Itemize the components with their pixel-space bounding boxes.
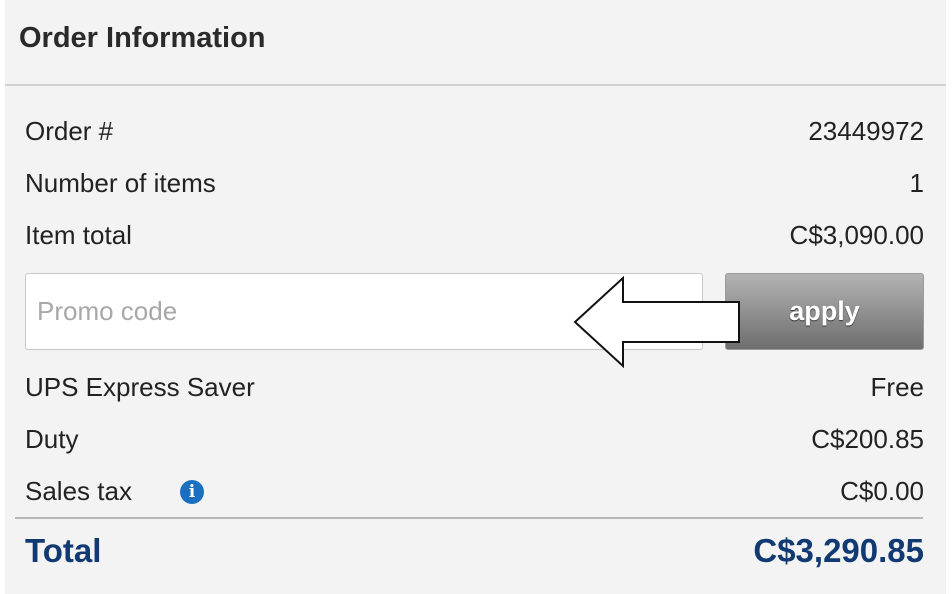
panel-header: Order Information [5, 0, 946, 86]
shipping-value: Free [870, 372, 924, 402]
sales-tax-value: C$0.00 [840, 476, 924, 506]
item-total-label: Item total [25, 220, 132, 250]
shipping-label: UPS Express Saver [25, 372, 255, 402]
order-number-label: Order # [25, 116, 114, 146]
info-icon[interactable]: i [180, 480, 204, 504]
item-total-value: C$3,090.00 [789, 220, 924, 250]
shipping-row: UPS Express Saver Free [25, 372, 924, 412]
left-arrow-icon [573, 275, 740, 369]
number-of-items-row: Number of items 1 [25, 168, 924, 208]
total-row: Total C$3,290.85 [25, 528, 924, 578]
sales-tax-row: Sales tax i C$0.00 [25, 476, 924, 516]
order-number-value: 23449972 [808, 116, 924, 146]
duty-label: Duty [25, 424, 79, 454]
total-label: Total [25, 532, 102, 569]
number-of-items-value: 1 [909, 168, 924, 198]
number-of-items-label: Number of items [25, 168, 216, 198]
duty-value: C$200.85 [811, 424, 924, 454]
order-number-row: Order # 23449972 [25, 116, 924, 156]
order-information-panel: Order Information Order # 23449972 Numbe… [5, 0, 946, 594]
sales-tax-label: Sales tax [25, 476, 132, 506]
total-divider [15, 517, 923, 519]
duty-row: Duty C$200.85 [25, 424, 924, 464]
total-value: C$3,290.85 [753, 532, 924, 569]
panel-title: Order Information [19, 22, 266, 54]
apply-button[interactable]: apply [725, 273, 924, 350]
item-total-row: Item total C$3,090.00 [25, 220, 924, 260]
